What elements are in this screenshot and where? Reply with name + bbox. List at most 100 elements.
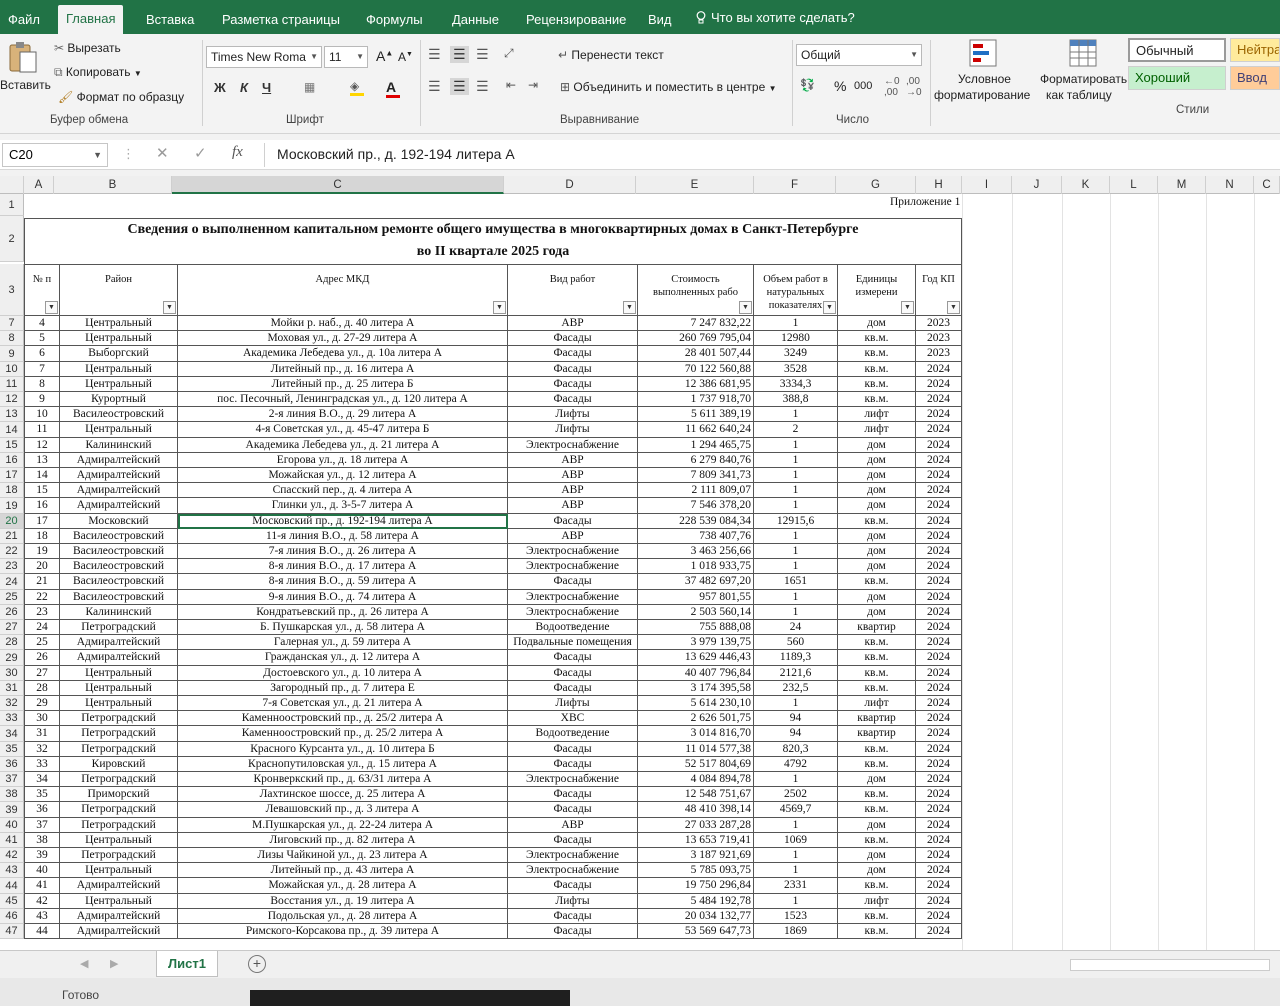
cell-number[interactable]: 36 bbox=[24, 802, 60, 818]
cell-number[interactable]: 22 bbox=[24, 590, 60, 605]
cell-units[interactable]: квартир bbox=[838, 620, 916, 635]
row-header[interactable]: 26 bbox=[0, 605, 24, 620]
row-header[interactable]: 21 bbox=[0, 529, 24, 544]
shrink-font-button[interactable]: A▼ bbox=[398, 50, 413, 64]
cell-work-type[interactable]: АВР bbox=[508, 468, 638, 483]
cell-year[interactable]: 2024 bbox=[916, 772, 962, 787]
cell-cost[interactable]: 228 539 084,34 bbox=[638, 514, 754, 529]
cell-year[interactable]: 2024 bbox=[916, 681, 962, 696]
row-header[interactable]: 36 bbox=[0, 757, 24, 772]
align-right-button[interactable]: ☰ bbox=[476, 78, 489, 95]
cell-district[interactable]: Адмиралтейский bbox=[60, 635, 178, 650]
row-header[interactable]: 14 bbox=[0, 422, 24, 438]
row-header[interactable]: 37 bbox=[0, 772, 24, 787]
cell-district[interactable]: Калининский bbox=[60, 605, 178, 620]
row-header[interactable]: 43 bbox=[0, 863, 24, 878]
row-header[interactable]: 33 bbox=[0, 711, 24, 726]
row-header[interactable]: 41 bbox=[0, 833, 24, 848]
row-header[interactable]: 16 bbox=[0, 453, 24, 468]
copy-button[interactable]: ⧉ Копировать ▼ bbox=[54, 65, 142, 80]
cell-units[interactable]: лифт bbox=[838, 407, 916, 422]
cell-address[interactable]: Красного Курсанта ул., д. 10 литера Б bbox=[178, 742, 508, 757]
cell-address[interactable]: Кронверкский пр., д. 63/31 литера А bbox=[178, 772, 508, 787]
tell-me-search[interactable]: Что вы хотите сделать? bbox=[696, 10, 855, 25]
cell-year[interactable]: 2024 bbox=[916, 559, 962, 574]
cell-district[interactable]: Василеостровский bbox=[60, 529, 178, 544]
cell-cost[interactable]: 13 653 719,41 bbox=[638, 833, 754, 848]
cell-year[interactable]: 2024 bbox=[916, 483, 962, 498]
cell-district[interactable]: Василеостровский bbox=[60, 559, 178, 574]
row-header[interactable]: 2 bbox=[0, 216, 24, 262]
cell-year[interactable]: 2024 bbox=[916, 453, 962, 468]
cell-number[interactable]: 34 bbox=[24, 772, 60, 787]
cell-volume[interactable]: 232,5 bbox=[754, 681, 838, 696]
cell-cost[interactable]: 3 014 816,70 bbox=[638, 726, 754, 742]
cancel-icon[interactable]: ✕ bbox=[156, 144, 169, 162]
style-input[interactable]: Ввод bbox=[1230, 66, 1280, 90]
cell-number[interactable]: 35 bbox=[24, 787, 60, 802]
cell-address[interactable]: Моховая ул., д. 27-29 литера А bbox=[178, 331, 508, 346]
cell-cost[interactable]: 3 187 921,69 bbox=[638, 848, 754, 863]
tab-review[interactable]: Рецензирование bbox=[518, 8, 634, 34]
cell-district[interactable]: Центральный bbox=[60, 833, 178, 848]
cell-units[interactable]: кв.м. bbox=[838, 362, 916, 377]
cell-volume[interactable]: 1 bbox=[754, 529, 838, 544]
cell-cost[interactable]: 7 809 341,73 bbox=[638, 468, 754, 483]
cell-units[interactable]: дом bbox=[838, 848, 916, 863]
cell-year[interactable]: 2024 bbox=[916, 909, 962, 924]
cell-district[interactable]: Центральный bbox=[60, 316, 178, 331]
cell-volume[interactable]: 1 bbox=[754, 438, 838, 453]
cell-work-type[interactable]: Подвальные помещения bbox=[508, 635, 638, 650]
format-painter-button[interactable]: 🖌 Формат по образцу bbox=[58, 90, 184, 104]
cell-volume[interactable]: 2121,6 bbox=[754, 666, 838, 681]
cell-cost[interactable]: 70 122 560,88 bbox=[638, 362, 754, 377]
cell-number[interactable]: 24 bbox=[24, 620, 60, 635]
cell-district[interactable]: Центральный bbox=[60, 863, 178, 878]
cell-volume[interactable]: 1 bbox=[754, 453, 838, 468]
tab-home[interactable]: Главная bbox=[58, 5, 124, 34]
cell-units[interactable]: кв.м. bbox=[838, 650, 916, 666]
cell-district[interactable]: Петроградский bbox=[60, 802, 178, 818]
row-header[interactable]: 46 bbox=[0, 909, 24, 924]
cell-units[interactable]: кв.м. bbox=[838, 787, 916, 802]
column-header[interactable]: I bbox=[962, 176, 1012, 194]
currency-button[interactable]: 💱 bbox=[800, 78, 815, 92]
cell-work-type[interactable]: Водоотведение bbox=[508, 726, 638, 742]
cell-year[interactable]: 2024 bbox=[916, 544, 962, 559]
style-good[interactable]: Хороший bbox=[1128, 66, 1226, 90]
cell-district[interactable]: Василеостровский bbox=[60, 407, 178, 422]
cut-button[interactable]: ✂ Вырезать bbox=[54, 41, 121, 55]
cell-year[interactable]: 2024 bbox=[916, 590, 962, 605]
cell-cost[interactable]: 40 407 796,84 bbox=[638, 666, 754, 681]
cell-district[interactable]: Адмиралтейский bbox=[60, 924, 178, 939]
cell-units[interactable]: кв.м. bbox=[838, 666, 916, 681]
cell-year[interactable]: 2024 bbox=[916, 468, 962, 483]
cell-cost[interactable]: 3 463 256,66 bbox=[638, 544, 754, 559]
cell-cost[interactable]: 2 503 560,14 bbox=[638, 605, 754, 620]
cell-number[interactable]: 44 bbox=[24, 924, 60, 939]
cell-year[interactable]: 2024 bbox=[916, 802, 962, 818]
cell-year[interactable]: 2024 bbox=[916, 438, 962, 453]
font-size-combo[interactable]: 11 ▼ bbox=[324, 46, 368, 68]
filter-dropdown-icon[interactable]: ▼ bbox=[823, 301, 836, 314]
cell-number[interactable]: 26 bbox=[24, 650, 60, 666]
align-top-button[interactable]: ☰ bbox=[428, 46, 441, 63]
cell-year[interactable]: 2024 bbox=[916, 818, 962, 833]
cell-work-type[interactable]: АВР bbox=[508, 316, 638, 331]
cell-cost[interactable]: 6 279 840,76 bbox=[638, 453, 754, 468]
cell-work-type[interactable]: ХВС bbox=[508, 711, 638, 726]
filter-dropdown-icon[interactable]: ▼ bbox=[901, 301, 914, 314]
align-left-button[interactable]: ☰ bbox=[428, 78, 441, 95]
cell-district[interactable]: Петроградский bbox=[60, 772, 178, 787]
cell-cost[interactable]: 11 014 577,38 bbox=[638, 742, 754, 757]
cell-year[interactable]: 2024 bbox=[916, 362, 962, 377]
cell-district[interactable]: Центральный bbox=[60, 377, 178, 392]
name-box[interactable]: C20 ▼ bbox=[2, 143, 108, 167]
cell-number[interactable]: 18 bbox=[24, 529, 60, 544]
cell-volume[interactable]: 4792 bbox=[754, 757, 838, 772]
cell-work-type[interactable]: Электроснабжение bbox=[508, 848, 638, 863]
cell-work-type[interactable]: Водоотведение bbox=[508, 620, 638, 635]
cell-district[interactable]: Центральный bbox=[60, 422, 178, 438]
cell-address[interactable]: 7-я Советская ул., д. 21 литера А bbox=[178, 696, 508, 711]
underline-button[interactable]: Ч bbox=[262, 80, 271, 95]
